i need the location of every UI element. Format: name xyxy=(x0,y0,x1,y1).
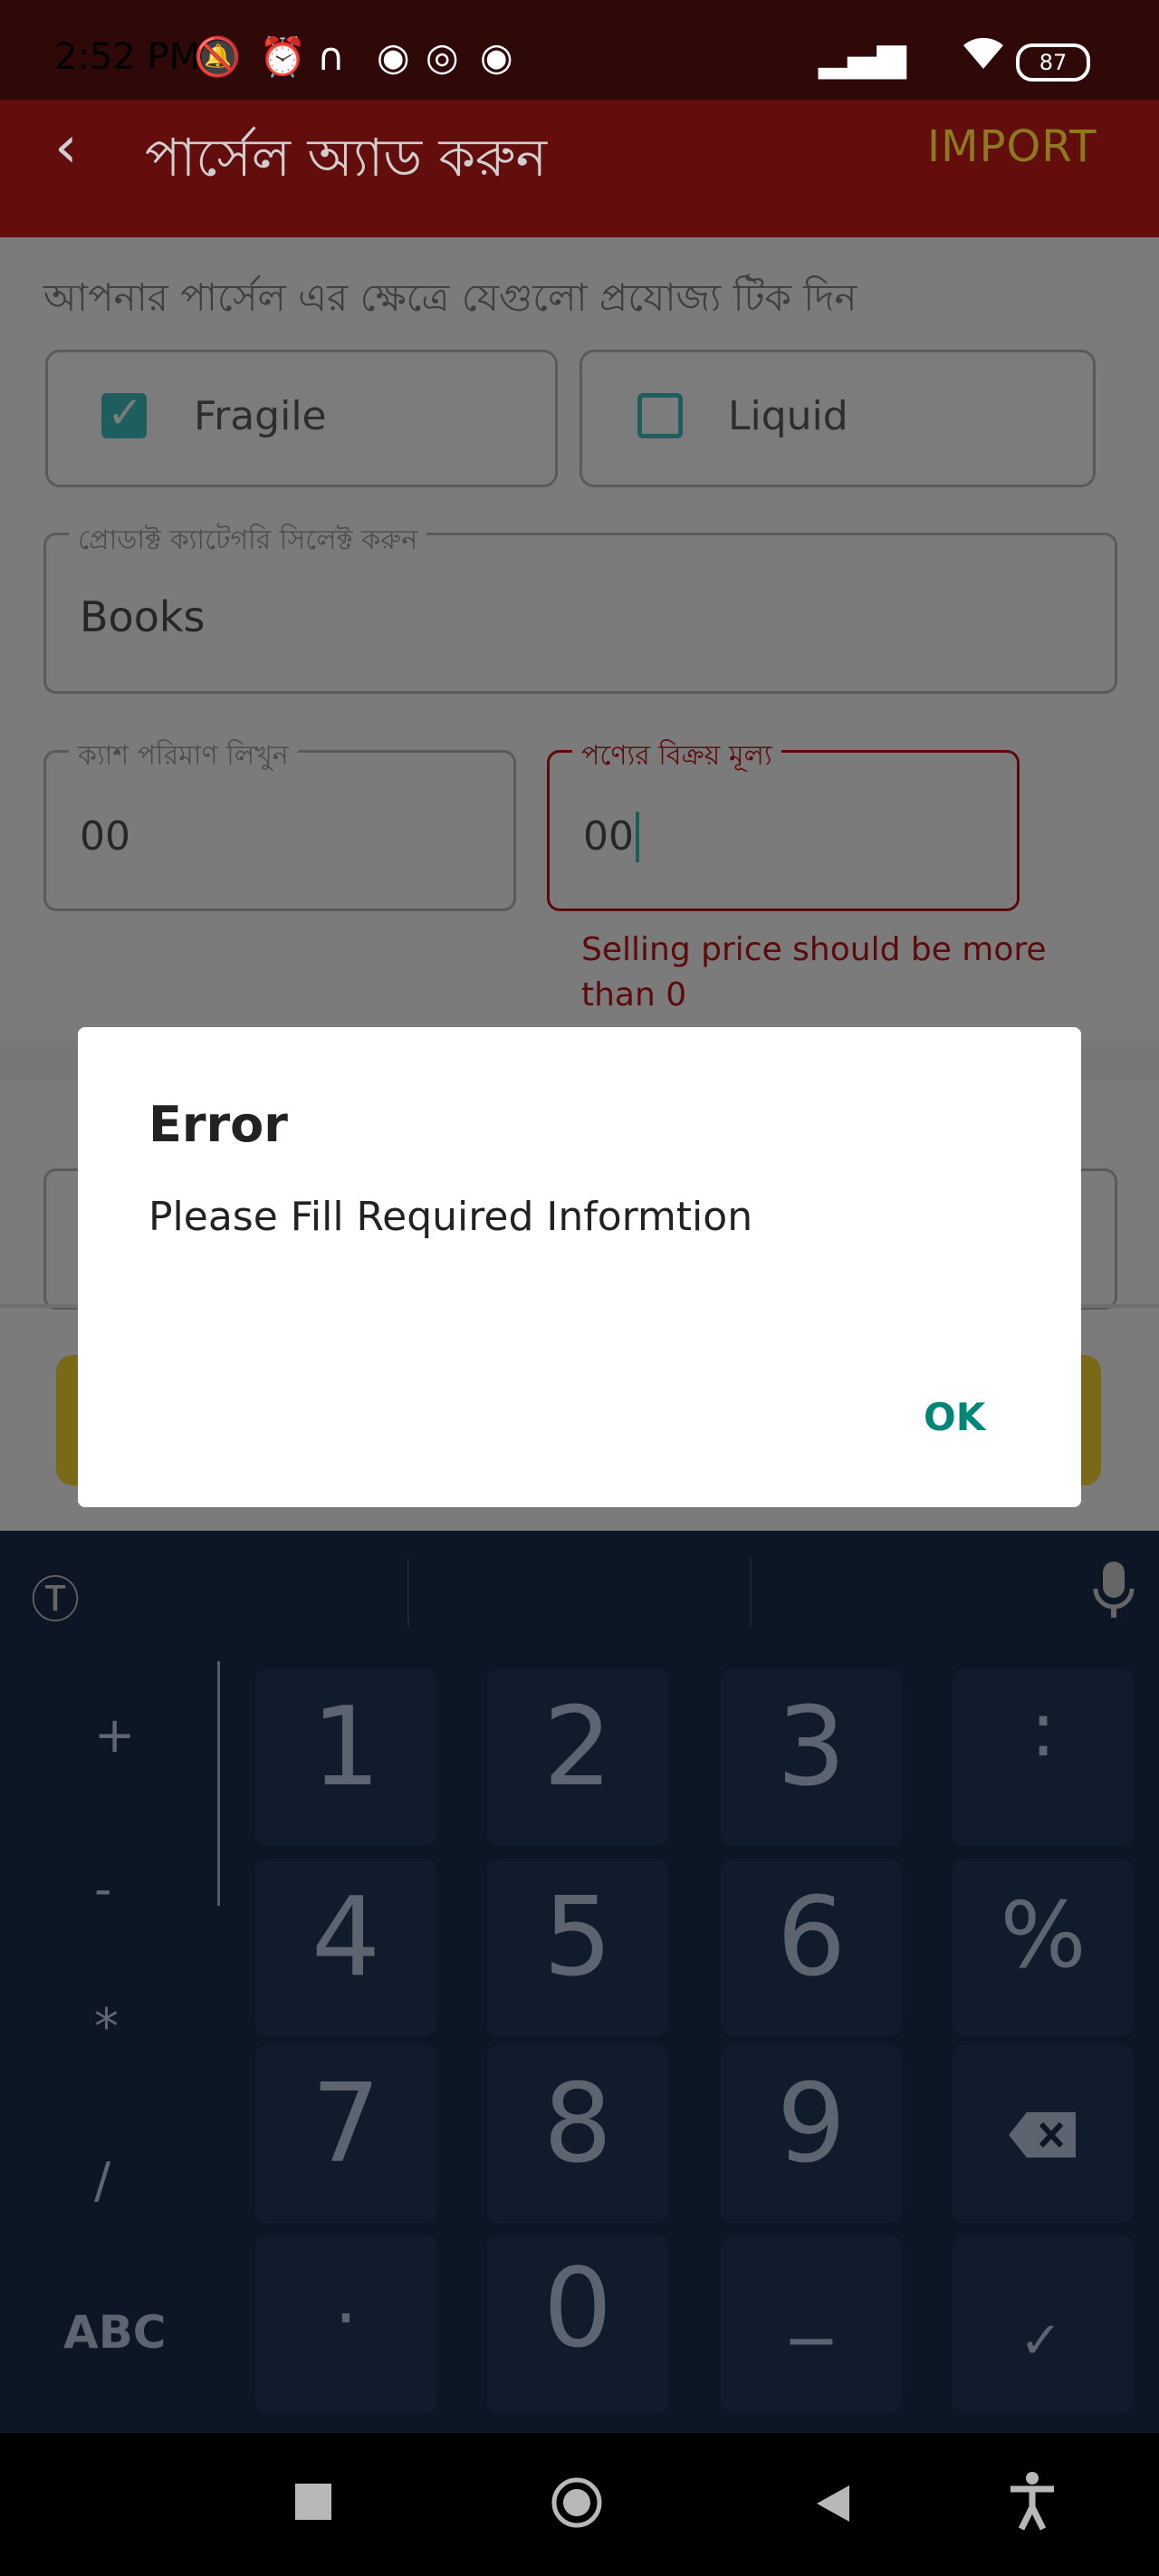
accessibility-icon[interactable] xyxy=(1009,2471,1056,2534)
key-3-label: 3 xyxy=(776,1685,847,1811)
instruction-text: আপনার পার্সেল এর ক্ষেত্রে যেগুলো প্রযোজ্… xyxy=(43,275,857,320)
key-5-label: 5 xyxy=(542,1875,613,2001)
underscore-key-label: _ xyxy=(790,2250,832,2345)
key-percent-label: % xyxy=(1000,1882,1087,1988)
minus-key[interactable]: - xyxy=(94,1860,112,1918)
selling-price-label: পণ্যের বিক্রয় মূল্য xyxy=(572,734,781,780)
dialog-message: Please Fill Required Informtion xyxy=(148,1194,753,1240)
mute-icon: 🔕 xyxy=(194,34,242,79)
whatsapp-icon: ◎ xyxy=(426,34,459,79)
keyboard-divider xyxy=(217,1661,220,1906)
toolbar-divider xyxy=(407,1558,409,1627)
selling-price-value: 00 xyxy=(583,813,634,860)
key-9-label: 9 xyxy=(776,2062,847,2187)
alarm-icon: ⏰ xyxy=(259,34,307,79)
toolbar-divider xyxy=(750,1558,752,1627)
fragile-label: Fragile xyxy=(194,393,327,439)
status-time: 2:52 PM xyxy=(54,36,201,78)
key-colon-label: : xyxy=(1030,1685,1057,1773)
category-value: Books xyxy=(80,592,206,641)
microphone-icon[interactable] xyxy=(1090,1560,1137,1623)
key-6-label: 6 xyxy=(776,1875,847,2001)
signal-icon: ▂▄▆ xyxy=(819,34,906,79)
check-icon: ✓ xyxy=(1020,2312,1062,2370)
cash-amount-label: ক্যাশ পরিমাণ লিখুন xyxy=(69,734,298,780)
messenger-icon: ◉ xyxy=(480,34,513,79)
selling-price-error: Selling price should be more than 0 xyxy=(581,931,1047,1014)
divide-key[interactable]: / xyxy=(94,2152,110,2209)
home-icon[interactable] xyxy=(551,2476,603,2533)
dot-key-label: . xyxy=(334,2255,358,2340)
recents-icon[interactable] xyxy=(295,2484,331,2520)
plus-key[interactable]: + xyxy=(94,1706,135,1764)
key-7-label: 7 xyxy=(311,2062,381,2187)
liquid-checkbox[interactable] xyxy=(637,393,683,438)
wifi-icon xyxy=(960,34,1007,80)
import-button[interactable]: IMPORT xyxy=(927,121,1097,172)
multiply-key[interactable]: * xyxy=(94,1998,119,2055)
fragile-checkbox[interactable] xyxy=(101,388,147,438)
messenger-icon: ◉ xyxy=(377,34,410,79)
text-cursor xyxy=(636,812,639,862)
page-title: পার্সেল অ্যাড করুন xyxy=(145,127,548,188)
translate-icon[interactable]: Ⓣ xyxy=(31,1560,80,1631)
liquid-label: Liquid xyxy=(728,393,848,439)
dialog-title: Error xyxy=(148,1096,288,1153)
battery-indicator: 87 xyxy=(1016,43,1090,82)
abc-key[interactable]: ABC xyxy=(63,2306,167,2359)
key-0-label: 0 xyxy=(542,2246,613,2372)
ok-button[interactable]: OK xyxy=(924,1395,985,1439)
key-1-label: 1 xyxy=(311,1685,381,1811)
headset-icon: ∩ xyxy=(317,34,345,79)
key-2-label: 2 xyxy=(542,1685,613,1811)
back-nav-icon[interactable] xyxy=(815,2484,851,2527)
key-4-label: 4 xyxy=(311,1875,381,2001)
cash-amount-value: 00 xyxy=(80,813,130,860)
key-8-label: 8 xyxy=(542,2062,613,2187)
back-arrow-icon[interactable]: ‹ xyxy=(54,114,78,181)
backspace-icon xyxy=(1007,2110,1079,2163)
category-label: প্রোডাক্ট ক্যাটেগরি সিলেক্ট করুন xyxy=(69,518,427,564)
